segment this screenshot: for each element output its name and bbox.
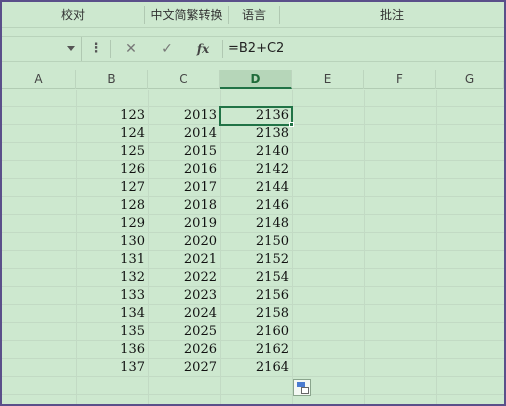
cell-d5[interactable]: 2142 bbox=[220, 161, 292, 179]
cell-b13[interactable]: 134 bbox=[76, 305, 148, 323]
formula-input[interactable]: =B2+C2 bbox=[228, 37, 284, 61]
cell-b10[interactable]: 131 bbox=[76, 251, 148, 269]
cell-c7[interactable]: 2018 bbox=[148, 197, 220, 215]
cell-c14[interactable]: 2025 bbox=[148, 323, 220, 341]
cell-b15[interactable]: 136 bbox=[76, 341, 148, 359]
cell-d8[interactable]: 2148 bbox=[220, 215, 292, 233]
cell-b2[interactable]: 123 bbox=[76, 107, 148, 125]
cell-d6[interactable]: 2144 bbox=[220, 179, 292, 197]
cell-c4[interactable]: 2015 bbox=[148, 143, 220, 161]
cell-b3[interactable]: 124 bbox=[76, 125, 148, 143]
column-header-b[interactable]: B bbox=[76, 70, 148, 89]
confirm-icon[interactable]: ✓ bbox=[154, 37, 180, 61]
cell-d14[interactable]: 2160 bbox=[220, 323, 292, 341]
formula-bar-separator bbox=[222, 40, 223, 58]
column-header-c[interactable]: C bbox=[148, 70, 220, 89]
cell-d9[interactable]: 2150 bbox=[220, 233, 292, 251]
cell-b5[interactable]: 126 bbox=[76, 161, 148, 179]
ribbon-group-proofing[interactable]: 校对 bbox=[2, 2, 144, 28]
row-gridline bbox=[2, 394, 504, 395]
formula-bar-separator bbox=[110, 40, 111, 58]
ribbon-group-comments[interactable]: 批注 bbox=[280, 2, 504, 28]
column-headers: A B C D E F G bbox=[2, 70, 504, 89]
cell-grid[interactable]: 123 2013 2136 124 2014 2138 125 2015 2140 126 2016… bbox=[2, 90, 504, 404]
column-header-g[interactable]: G bbox=[436, 70, 504, 89]
chevron-down-icon[interactable] bbox=[67, 46, 75, 51]
cell-b6[interactable]: 127 bbox=[76, 179, 148, 197]
spreadsheet-window: 校对 中文简繁转换 语言 批注 ⋮ ✕ ✓ fx =B2+C2 A B C D … bbox=[2, 2, 504, 404]
column-gridline bbox=[292, 90, 293, 404]
cell-b11[interactable]: 132 bbox=[76, 269, 148, 287]
cell-d16[interactable]: 2164 bbox=[220, 359, 292, 377]
column-header-e[interactable]: E bbox=[292, 70, 364, 89]
column-gridline bbox=[436, 90, 437, 404]
cell-d4[interactable]: 2140 bbox=[220, 143, 292, 161]
cell-d15[interactable]: 2162 bbox=[220, 341, 292, 359]
insert-function-icon[interactable]: fx bbox=[188, 37, 218, 61]
active-cell-border bbox=[219, 106, 293, 126]
cell-b9[interactable]: 130 bbox=[76, 233, 148, 251]
ribbon-gap bbox=[2, 28, 504, 36]
cell-c9[interactable]: 2020 bbox=[148, 233, 220, 251]
cell-c8[interactable]: 2019 bbox=[148, 215, 220, 233]
paste-options-icon[interactable] bbox=[293, 379, 311, 396]
cell-d7[interactable]: 2146 bbox=[220, 197, 292, 215]
column-header-f[interactable]: F bbox=[364, 70, 436, 89]
cell-b16[interactable]: 137 bbox=[76, 359, 148, 377]
ribbon-group-labels: 校对 中文简繁转换 语言 批注 bbox=[2, 2, 504, 28]
column-header-d[interactable]: D bbox=[220, 70, 292, 89]
more-options-icon[interactable]: ⋮ bbox=[88, 37, 104, 61]
cell-c6[interactable]: 2017 bbox=[148, 179, 220, 197]
cell-d11[interactable]: 2154 bbox=[220, 269, 292, 287]
fill-handle[interactable] bbox=[289, 122, 294, 127]
cell-c15[interactable]: 2026 bbox=[148, 341, 220, 359]
cell-d12[interactable]: 2156 bbox=[220, 287, 292, 305]
cell-b12[interactable]: 133 bbox=[76, 287, 148, 305]
cell-c3[interactable]: 2014 bbox=[148, 125, 220, 143]
cell-d3[interactable]: 2138 bbox=[220, 125, 292, 143]
cell-c11[interactable]: 2022 bbox=[148, 269, 220, 287]
cell-c10[interactable]: 2021 bbox=[148, 251, 220, 269]
ribbon-group-language[interactable]: 语言 bbox=[229, 2, 279, 28]
cell-b7[interactable]: 128 bbox=[76, 197, 148, 215]
column-header-a[interactable]: A bbox=[2, 70, 76, 89]
paste-options-icon-part bbox=[301, 387, 309, 394]
cell-c12[interactable]: 2023 bbox=[148, 287, 220, 305]
cell-d10[interactable]: 2152 bbox=[220, 251, 292, 269]
column-gridline bbox=[364, 90, 365, 404]
cell-c16[interactable]: 2027 bbox=[148, 359, 220, 377]
cancel-icon[interactable]: ✕ bbox=[118, 37, 144, 61]
cell-b8[interactable]: 129 bbox=[76, 215, 148, 233]
ribbon-group-chinese-conversion[interactable]: 中文简繁转换 bbox=[145, 2, 228, 28]
cell-c5[interactable]: 2016 bbox=[148, 161, 220, 179]
name-box[interactable] bbox=[2, 37, 82, 61]
formula-bar: ⋮ ✕ ✓ fx =B2+C2 bbox=[2, 36, 504, 62]
cell-c2[interactable]: 2013 bbox=[148, 107, 220, 125]
cell-d13[interactable]: 2158 bbox=[220, 305, 292, 323]
cell-b14[interactable]: 135 bbox=[76, 323, 148, 341]
cell-b4[interactable]: 125 bbox=[76, 143, 148, 161]
cell-c13[interactable]: 2024 bbox=[148, 305, 220, 323]
